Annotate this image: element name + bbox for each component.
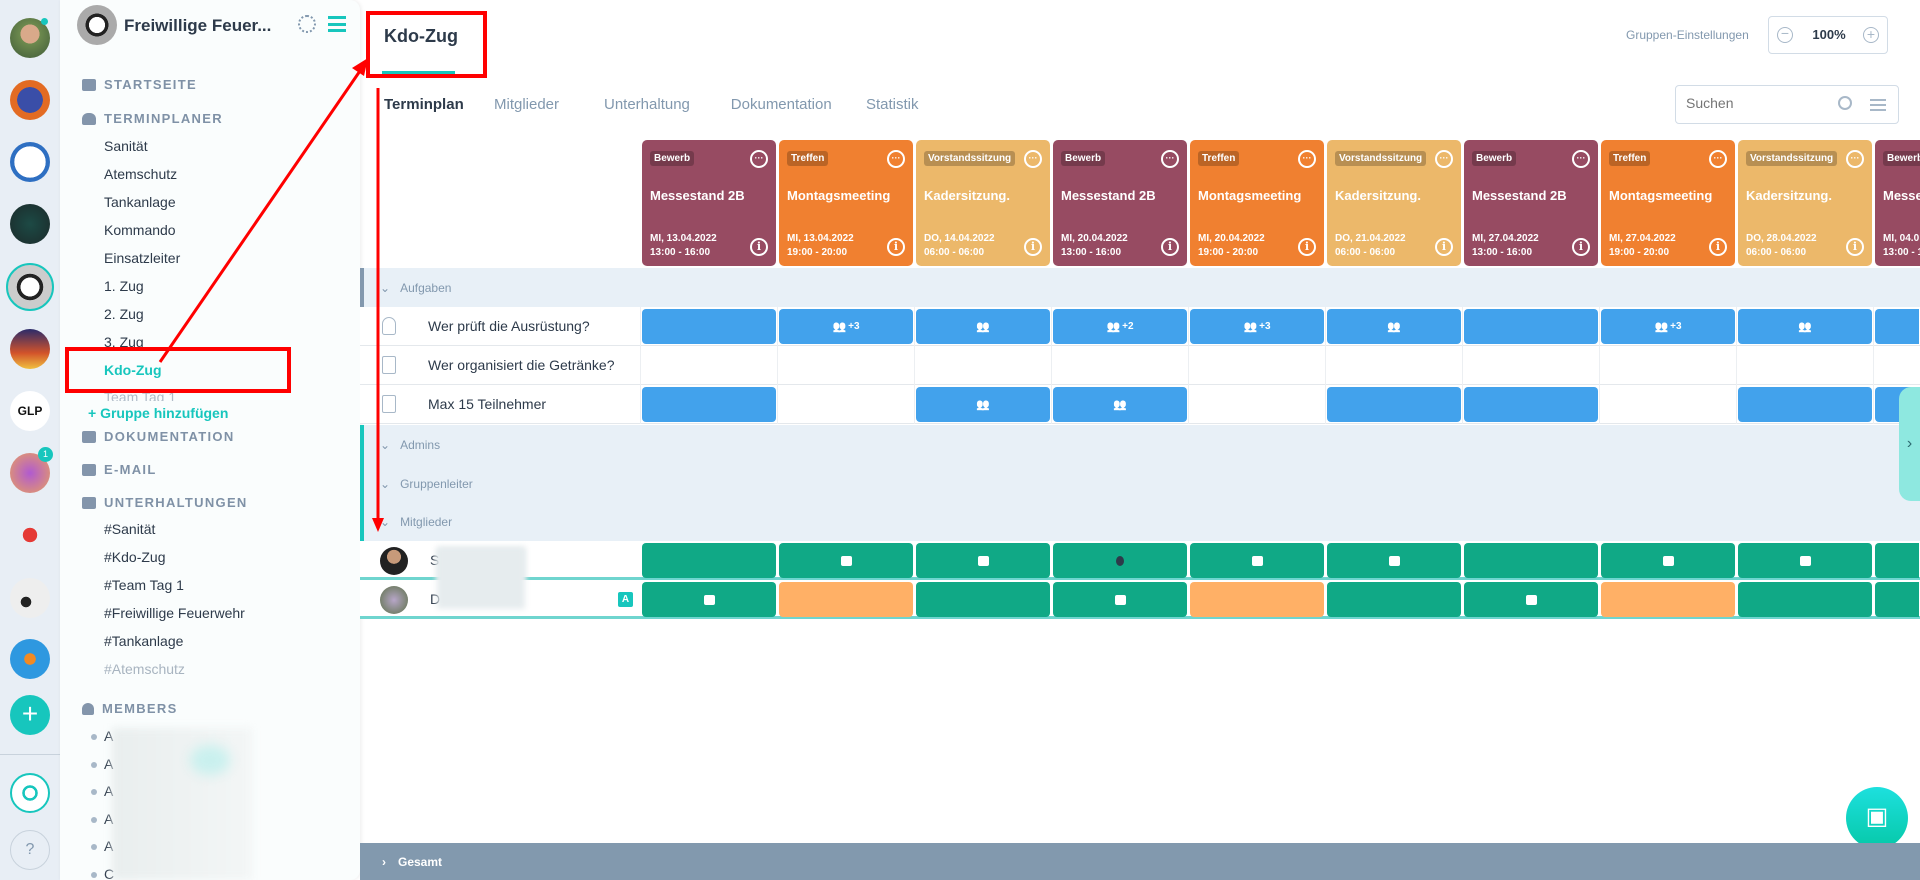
annotation-box-title bbox=[366, 11, 487, 78]
annotation-arrowhead bbox=[352, 58, 368, 76]
annotation-box-sidebar bbox=[65, 347, 291, 393]
annotation-arrow bbox=[158, 67, 364, 363]
annotation-overlay bbox=[65, 11, 487, 532]
annotation-arrowhead bbox=[372, 518, 384, 532]
